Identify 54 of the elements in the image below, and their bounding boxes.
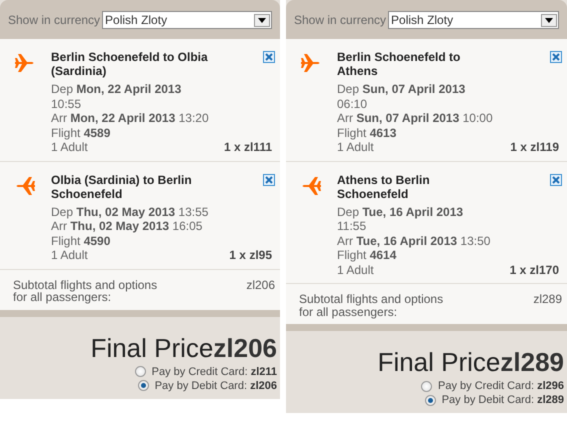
departure-text: Dep Mon, 22 April 2013 10:55 [51, 82, 182, 111]
arrival-text: Arr Sun, 07 April 2013 10:00 [337, 111, 494, 126]
subtotal-amount: zl206 [246, 278, 275, 294]
passenger-count: 1 Adult [337, 140, 374, 154]
flight-number: Flight 4614 [337, 248, 398, 262]
caret-icon [541, 14, 557, 26]
final-price-label: Final Price [378, 347, 500, 377]
passenger-count: 1 Adult [337, 262, 374, 277]
departure-text: Dep Tue, 16 April 2013 11:55 [337, 204, 464, 234]
arrival-text: Arr Tue, 16 April 2013 13:50 [337, 234, 492, 248]
payment-option: Pay by Credit Card: zl211 [152, 364, 277, 378]
arrival-text: Arr Thu, 02 May 2013 16:05 [51, 219, 204, 234]
departure-text: Dep Thu, 02 May 2013 13:55 [51, 204, 210, 219]
caret-icon [254, 14, 270, 26]
payment-option: Pay by Debit Card: zl206 [154, 378, 277, 392]
flight-price: 1 x zl111 [224, 140, 272, 154]
route-title: Olbia (Sardinia) to Berlin Schoenefeld [51, 172, 192, 200]
flight-price: 1 x zl119 [510, 140, 559, 154]
radio-button[interactable] [421, 380, 432, 392]
radio-button[interactable] [138, 380, 149, 391]
currency-select[interactable]: Polish Zloty [102, 11, 272, 29]
subtotal-label: Subtotal flights and options for all passengers: [13, 278, 158, 304]
plane-icon [301, 53, 321, 73]
payment-option: Pay by Debit Card: zl289 [442, 393, 564, 407]
plane-icon [15, 53, 35, 73]
flight-number: Flight 4589 [51, 126, 112, 140]
currency-label: Show in currency [8, 13, 100, 27]
payment-option: Pay by Credit Card: zl296 [438, 379, 564, 393]
remove-button[interactable] [263, 51, 275, 63]
flight-price: 1 x zl95 [229, 248, 272, 262]
currency-select[interactable]: Polish Zloty [388, 11, 559, 29]
final-price-amount: zl206 [213, 332, 277, 362]
final-price-amount: zl289 [500, 347, 564, 377]
remove-button[interactable] [550, 51, 562, 63]
plane-icon [15, 176, 35, 196]
subtotal-amount: zl289 [533, 293, 562, 308]
currency-label: Show in currency [294, 13, 386, 27]
flight-number: Flight 4613 [337, 126, 398, 140]
route-title: Berlin Schoenefeld to Olbia (Sardinia) [51, 50, 208, 78]
flight-number: Flight 4590 [51, 234, 112, 248]
final-price-label: Final Price [90, 332, 214, 362]
flight-price: 1 x zl170 [510, 262, 559, 277]
passenger-count: 1 Adult [51, 248, 88, 262]
subtotal-label: Subtotal flights and options for all passengers: [299, 293, 444, 318]
departure-text: Dep Sun, 07 April 2013 06:10 [337, 82, 466, 111]
radio-button[interactable] [134, 366, 146, 377]
route-title: Athens to Berlin Schoenefeld [337, 172, 430, 200]
arrival-text: Arr Mon, 22 April 2013 13:20 [51, 111, 210, 126]
passenger-count: 1 Adult [51, 140, 88, 154]
remove-button[interactable] [550, 174, 562, 186]
radio-button[interactable] [424, 394, 436, 406]
route-title: Berlin Schoenefeld to Athens [337, 50, 460, 78]
remove-button[interactable] [263, 174, 275, 186]
plane-icon [301, 176, 321, 196]
